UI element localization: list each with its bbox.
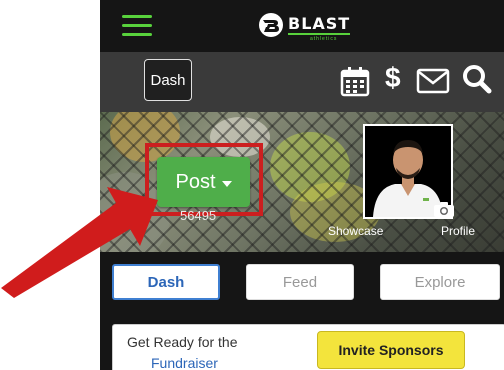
camera-icon[interactable] bbox=[433, 201, 455, 218]
logo-badge-icon bbox=[259, 13, 283, 37]
search-icon[interactable] bbox=[462, 64, 492, 94]
post-count: 56495 bbox=[180, 208, 217, 223]
red-arrow-annotation bbox=[1, 187, 158, 298]
profile-link[interactable]: Profile bbox=[441, 224, 475, 238]
calendar-icon[interactable] bbox=[340, 65, 370, 97]
card-heading: Get Ready for the bbox=[127, 334, 238, 350]
logo-text: BLAST bbox=[288, 13, 351, 35]
showcase-link[interactable]: Showcase bbox=[328, 224, 383, 238]
fundraiser-card: Get Ready for the Fundraiser Invite Spon… bbox=[112, 324, 504, 370]
logo-subtext: athletics bbox=[310, 36, 338, 42]
tab-feed[interactable]: Feed bbox=[246, 264, 354, 300]
tab-explore[interactable]: Explore bbox=[380, 264, 500, 300]
mail-icon[interactable] bbox=[416, 68, 450, 94]
blast-logo[interactable]: BLAST bbox=[258, 11, 351, 39]
dollar-icon[interactable]: $ bbox=[385, 62, 401, 94]
fundraiser-link[interactable]: Fundraiser bbox=[151, 355, 218, 370]
invite-sponsors-button[interactable]: Invite Sponsors bbox=[317, 331, 465, 369]
dashboard-content: Get Ready for the Fundraiser Invite Spon… bbox=[100, 310, 504, 370]
